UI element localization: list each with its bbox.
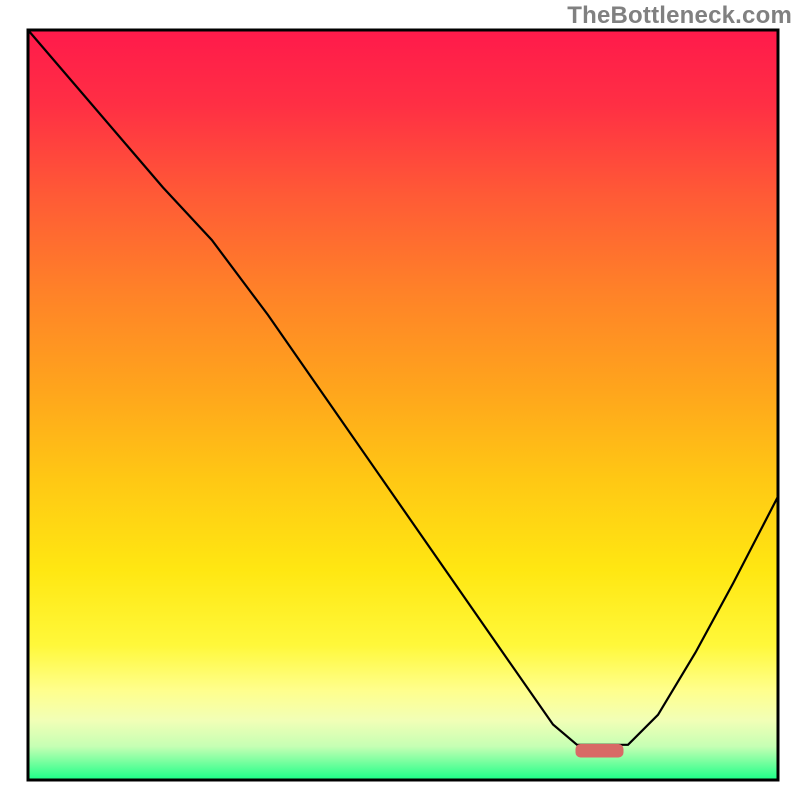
chart-container: TheBottleneck.com <box>0 0 800 800</box>
watermark-text: TheBottleneck.com <box>567 2 792 30</box>
plot-area <box>28 30 778 780</box>
optimal-marker <box>576 744 624 758</box>
bottleneck-chart <box>0 0 800 800</box>
